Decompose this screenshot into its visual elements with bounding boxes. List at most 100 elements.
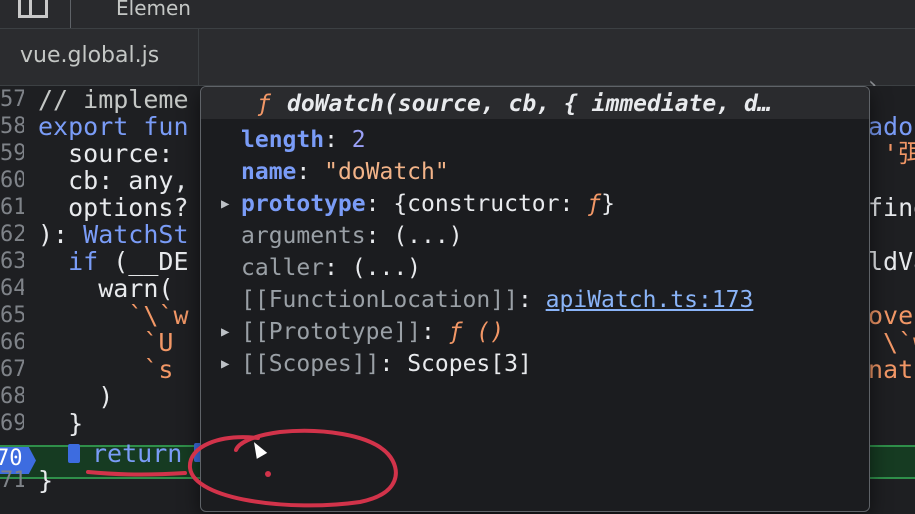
function-preview-popover[interactable]: ƒ doWatch(source, cb, { immediate, d… le… [200, 86, 870, 512]
code-token: } [38, 409, 84, 438]
property-key: arguments [241, 223, 366, 249]
line-number[interactable]: 62 [0, 221, 24, 248]
step-marker [68, 444, 80, 463]
property-row[interactable]: [[Scopes]]: Scopes[3] [241, 349, 532, 379]
code-token: source: [38, 139, 189, 168]
code-token: options? [38, 193, 189, 222]
function-icon: ƒ [257, 91, 271, 117]
code-token: ): [38, 220, 84, 249]
code-line: source: [38, 140, 189, 167]
line-number[interactable]: 60 [0, 167, 24, 194]
function-location-link[interactable]: apiWatch.ts:173 [546, 287, 754, 313]
code-line: export fun [38, 113, 189, 140]
popover-header: ƒ doWatch(source, cb, { immediate, d… [201, 87, 869, 119]
code-line: `\`w [38, 301, 189, 330]
property-separator: : [365, 223, 394, 249]
property-value-end: } [601, 191, 615, 217]
code-token: ) [38, 382, 114, 411]
property-value: 2 [351, 127, 366, 153]
code-token: } [38, 466, 54, 495]
code-token: cb: any, [38, 166, 189, 195]
property-row: caller: (...) [241, 253, 421, 283]
property-key: name [241, 159, 297, 185]
expand-triangle-icon[interactable]: ▶ [221, 317, 229, 347]
property-value: (...) [393, 223, 463, 249]
property-separator: : [296, 159, 325, 185]
function-icon: ƒ [448, 319, 463, 345]
line-number[interactable]: 68 [0, 383, 24, 410]
code-fragment: '弭 [883, 139, 915, 168]
code-line: `s [38, 356, 173, 383]
code-token: if [38, 247, 114, 276]
code-editor[interactable]: 70 57 58 59 60 61 62 63 64 65 66 67 68 69 71 // imple… [0, 86, 915, 514]
property-value: Scopes[3] [407, 351, 532, 377]
tab-elements[interactable]: Elemen [70, 0, 201, 28]
line-number[interactable]: 66 [0, 329, 24, 356]
file-tab-label: vue.global.js [20, 43, 160, 68]
line-number[interactable]: 65 [0, 302, 24, 329]
property-row: length: 2 [241, 125, 366, 155]
tab-elements-label: Elemen [116, 0, 191, 20]
property-separator: : [365, 191, 394, 217]
line-number[interactable]: 58 [0, 113, 24, 140]
code-line: if (__DE [38, 247, 189, 276]
property-value: {constructor: [393, 191, 588, 217]
line-number[interactable]: 64 [0, 275, 24, 302]
code-line: ): WatchSt [38, 221, 189, 248]
editor-file-tabs: vue.global.js › [0, 29, 915, 98]
property-separator: : [324, 255, 352, 281]
property-row: arguments: (...) [241, 221, 463, 251]
property-key: [[FunctionLocation]] [241, 287, 518, 313]
file-tab-vue-global[interactable]: vue.global.js [0, 29, 199, 85]
property-key: [[Prototype]] [241, 319, 422, 345]
return-keyword: return [92, 439, 183, 468]
property-value: () [462, 319, 505, 345]
line-number[interactable]: 61 [0, 194, 24, 221]
code-token: WatchSt [83, 220, 189, 249]
line-number[interactable]: 59 [0, 140, 24, 167]
dock-side-icon[interactable] [18, 0, 48, 18]
code-fragment: ador [868, 112, 915, 141]
property-separator: : [517, 287, 546, 313]
code-fragment: ovec [868, 301, 915, 330]
code-token: warn( [38, 274, 174, 303]
line-number[interactable]: 67 [0, 356, 24, 383]
property-key: length [241, 127, 325, 153]
code-fragment: fine [868, 193, 915, 222]
property-value: (...) [351, 255, 422, 281]
code-fragment: ldVa [868, 247, 915, 276]
code-token: // impleme [38, 86, 189, 114]
property-separator: : [324, 127, 352, 153]
property-key: [[Scopes]] [241, 351, 380, 377]
code-line: // impleme [38, 86, 189, 113]
code-token: `\`w [38, 301, 189, 330]
code-line: } [38, 410, 83, 437]
code-token: (__DE [113, 247, 189, 276]
property-row[interactable]: prototype: {constructor: ƒ} [241, 189, 615, 219]
property-row[interactable]: [[Prototype]]: ƒ () [241, 317, 504, 347]
code-line: } [38, 467, 53, 494]
function-signature: doWatch(source, cb, { immediate, d… [287, 91, 772, 117]
property-key: prototype [241, 191, 366, 217]
property-separator: : [379, 351, 408, 377]
expand-triangle-icon[interactable]: ▶ [221, 349, 229, 379]
property-value: "doWatch" [324, 159, 449, 185]
property-row: name: "doWatch" [241, 157, 449, 187]
property-separator: : [421, 319, 449, 345]
expand-triangle-icon[interactable]: ▶ [221, 189, 229, 219]
code-token: export fun [38, 112, 189, 141]
code-line: options? [38, 193, 189, 222]
line-number[interactable]: 69 [0, 410, 24, 437]
code-line: `U [38, 329, 173, 356]
line-number[interactable]: 63 [0, 248, 24, 275]
code-line: ) [38, 383, 113, 410]
code-fragment: natu [868, 355, 915, 384]
code-token: `s [38, 355, 174, 384]
line-number[interactable]: 57 [0, 86, 24, 113]
line-number[interactable]: 71 [0, 467, 24, 494]
code-line: warn( [38, 275, 173, 302]
devtools-tab-bar: Elemen [0, 0, 915, 29]
code-token: `U [38, 328, 174, 357]
code-line: cb: any, [38, 166, 189, 195]
property-key: caller [241, 255, 325, 281]
